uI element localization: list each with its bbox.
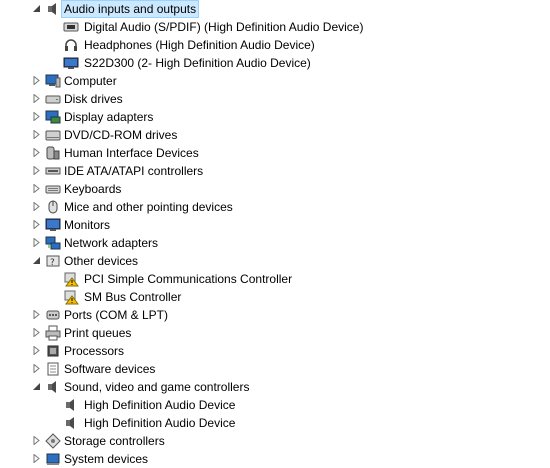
warning-device-icon bbox=[63, 271, 79, 287]
tree-category-system-devices[interactable]: System devices bbox=[0, 450, 550, 468]
tree-device-item[interactable]: High Definition Audio Device bbox=[0, 414, 550, 432]
tree-category-label[interactable]: Audio inputs and outputs bbox=[60, 0, 200, 18]
monitor-icon bbox=[45, 217, 61, 233]
tree-category-label[interactable]: Print queues bbox=[62, 325, 133, 341]
tree-device-label[interactable]: S22D300 (2- High Definition Audio Device… bbox=[82, 55, 313, 71]
tree-category-human-interface-devices[interactable]: Human Interface Devices bbox=[0, 144, 550, 162]
tree-device-item[interactable]: Headphones (High Definition Audio Device… bbox=[0, 36, 550, 54]
headphones-icon bbox=[63, 37, 79, 53]
tree-device-label[interactable]: High Definition Audio Device bbox=[82, 415, 237, 431]
tree-device-label[interactable]: PCI Simple Communications Controller bbox=[82, 271, 294, 287]
processor-icon bbox=[45, 343, 61, 359]
collapse-arrow-icon[interactable] bbox=[32, 4, 41, 13]
tree-category-label[interactable]: Other devices bbox=[62, 253, 140, 269]
tree-category-storage-controllers[interactable]: Storage controllers bbox=[0, 432, 550, 450]
device-tree[interactable]: Audio inputs and outputs Digital Audio (S… bbox=[0, 0, 550, 467]
expand-arrow-icon[interactable] bbox=[32, 310, 41, 319]
tree-category-ide-ata-atapi-controllers[interactable]: IDE ATA/ATAPI controllers bbox=[0, 162, 550, 180]
hid-icon bbox=[45, 145, 61, 161]
tree-category-computer[interactable]: Computer bbox=[0, 72, 550, 90]
tree-category-mice-and-other-pointing-devices[interactable]: Mice and other pointing devices bbox=[0, 198, 550, 216]
software-device-icon bbox=[45, 361, 61, 377]
tree-category-processors[interactable]: Processors bbox=[0, 342, 550, 360]
tree-device-label[interactable]: SM Bus Controller bbox=[82, 289, 183, 305]
speaker-icon bbox=[45, 379, 61, 395]
port-icon bbox=[45, 307, 61, 323]
tree-category-label[interactable]: Display adapters bbox=[62, 109, 155, 125]
expand-arrow-icon[interactable] bbox=[32, 220, 41, 229]
monitor-audio-icon bbox=[63, 55, 79, 71]
tree-category-label[interactable]: Ports (COM & LPT) bbox=[62, 307, 170, 323]
tree-category-print-queues[interactable]: Print queues bbox=[0, 324, 550, 342]
tree-category-sound-video-and-game-controllers[interactable]: Sound, video and game controllers bbox=[0, 378, 550, 396]
system-device-icon bbox=[45, 451, 61, 467]
tree-category-label[interactable]: Keyboards bbox=[62, 181, 123, 197]
tree-device-item[interactable]: S22D300 (2- High Definition Audio Device… bbox=[0, 54, 550, 72]
expand-arrow-icon[interactable] bbox=[32, 238, 41, 247]
tree-category-dvd-cd-rom-drives[interactable]: DVD/CD-ROM drives bbox=[0, 126, 550, 144]
expand-arrow-icon[interactable] bbox=[32, 454, 41, 463]
tree-device-label[interactable]: High Definition Audio Device bbox=[82, 397, 237, 413]
tree-category-label[interactable]: System devices bbox=[62, 451, 150, 467]
expand-arrow-icon[interactable] bbox=[32, 112, 41, 121]
expand-arrow-icon[interactable] bbox=[32, 130, 41, 139]
tree-device-label[interactable]: Headphones (High Definition Audio Device… bbox=[82, 37, 317, 53]
ide-controller-icon bbox=[45, 163, 61, 179]
tree-category-label[interactable]: Sound, video and game controllers bbox=[62, 379, 251, 395]
tree-category-label[interactable]: Network adapters bbox=[62, 235, 160, 251]
tree-category-label[interactable]: Software devices bbox=[62, 361, 157, 377]
warning-device-icon bbox=[63, 289, 79, 305]
tree-device-item[interactable]: Digital Audio (S/PDIF) (High Definition … bbox=[0, 18, 550, 36]
disk-drive-icon bbox=[45, 91, 61, 107]
tree-category-label[interactable]: Computer bbox=[62, 73, 119, 89]
tree-device-item[interactable]: SM Bus Controller bbox=[0, 288, 550, 306]
dvd-drive-icon bbox=[45, 127, 61, 143]
expand-arrow-icon[interactable] bbox=[32, 436, 41, 445]
expand-arrow-icon[interactable] bbox=[32, 346, 41, 355]
expand-arrow-icon[interactable] bbox=[32, 184, 41, 193]
network-adapter-icon bbox=[45, 235, 61, 251]
tree-device-item[interactable]: High Definition Audio Device bbox=[0, 396, 550, 414]
expand-arrow-icon[interactable] bbox=[32, 148, 41, 157]
other-devices-icon: ? bbox=[45, 253, 61, 269]
tree-category-software-devices[interactable]: Software devices bbox=[0, 360, 550, 378]
expand-arrow-icon[interactable] bbox=[32, 202, 41, 211]
expand-arrow-icon[interactable] bbox=[32, 166, 41, 175]
tree-device-label[interactable]: Digital Audio (S/PDIF) (High Definition … bbox=[82, 19, 365, 35]
tree-category-label[interactable]: Human Interface Devices bbox=[62, 145, 201, 161]
speaker-icon bbox=[63, 397, 79, 413]
computer-icon bbox=[45, 73, 61, 89]
speaker-icon bbox=[63, 415, 79, 431]
mouse-icon bbox=[45, 199, 61, 215]
tree-category-audio-inputs-and-outputs[interactable]: Audio inputs and outputs bbox=[0, 0, 550, 18]
tree-category-ports-com-lpt[interactable]: Ports (COM & LPT) bbox=[0, 306, 550, 324]
collapse-arrow-icon[interactable] bbox=[32, 382, 41, 391]
tree-category-label[interactable]: IDE ATA/ATAPI controllers bbox=[62, 163, 205, 179]
expand-arrow-icon[interactable] bbox=[32, 328, 41, 337]
expand-arrow-icon[interactable] bbox=[32, 364, 41, 373]
tree-category-keyboards[interactable]: Keyboards bbox=[0, 180, 550, 198]
storage-controller-icon bbox=[45, 433, 61, 449]
expand-arrow-icon[interactable] bbox=[32, 94, 41, 103]
tree-category-display-adapters[interactable]: Display adapters bbox=[0, 108, 550, 126]
tree-category-label[interactable]: Disk drives bbox=[62, 91, 125, 107]
keyboard-icon bbox=[45, 181, 61, 197]
tree-category-network-adapters[interactable]: Network adapters bbox=[0, 234, 550, 252]
tree-device-item[interactable]: PCI Simple Communications Controller bbox=[0, 270, 550, 288]
tree-category-disk-drives[interactable]: Disk drives bbox=[0, 90, 550, 108]
tree-category-label[interactable]: Mice and other pointing devices bbox=[62, 199, 235, 215]
svg-text:?: ? bbox=[50, 258, 55, 268]
spdif-icon bbox=[63, 19, 79, 35]
display-adapter-icon bbox=[45, 109, 61, 125]
printer-icon bbox=[45, 325, 61, 341]
collapse-arrow-icon[interactable] bbox=[32, 256, 41, 265]
tree-category-other-devices[interactable]: ? Other devices bbox=[0, 252, 550, 270]
tree-category-label[interactable]: Monitors bbox=[62, 217, 112, 233]
tree-category-monitors[interactable]: Monitors bbox=[0, 216, 550, 234]
tree-category-label[interactable]: Processors bbox=[62, 343, 126, 359]
expand-arrow-icon[interactable] bbox=[32, 76, 41, 85]
tree-category-label[interactable]: DVD/CD-ROM drives bbox=[62, 127, 179, 143]
tree-category-label[interactable]: Storage controllers bbox=[62, 433, 167, 449]
speaker-icon bbox=[45, 1, 61, 17]
